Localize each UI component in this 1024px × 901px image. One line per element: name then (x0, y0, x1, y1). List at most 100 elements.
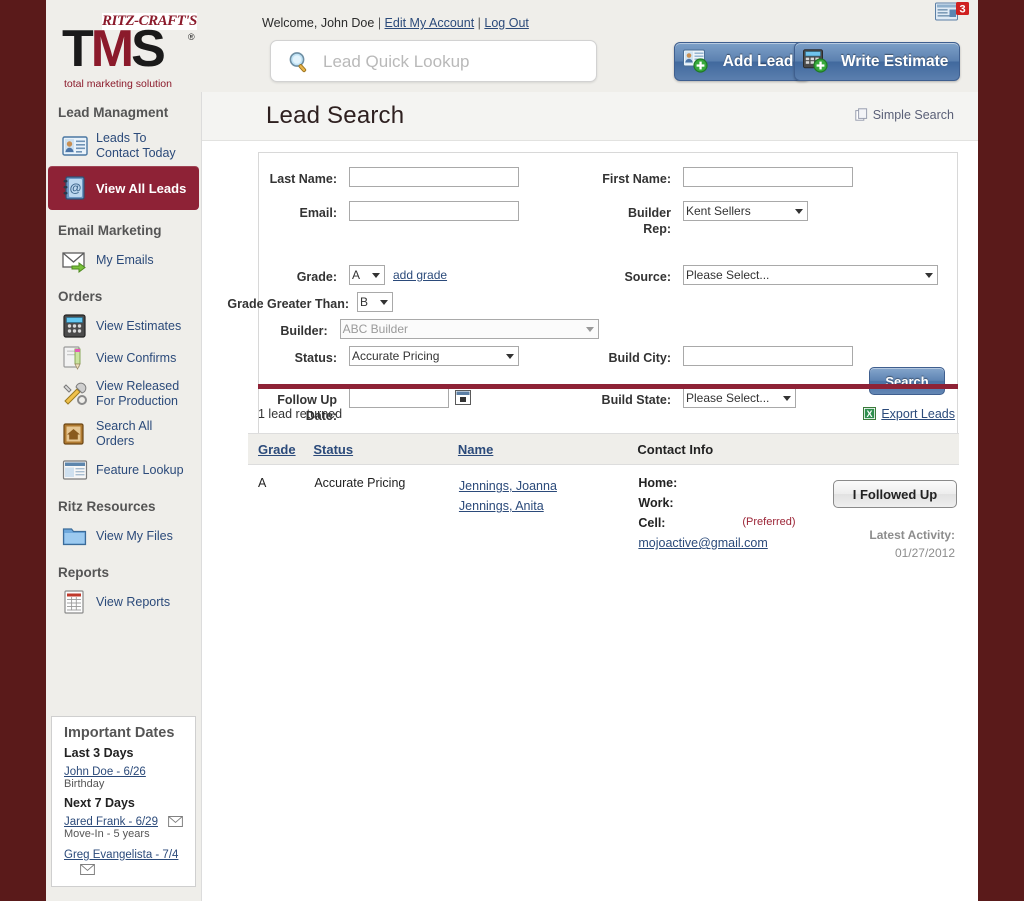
cell-grade: A (258, 476, 267, 490)
last-name-input[interactable] (349, 167, 519, 187)
builder-value: ABC Builder (342, 322, 409, 336)
important-date-link[interactable]: Greg Evangelista - 7/4 (64, 849, 178, 861)
simple-search-link[interactable]: Simple Search (855, 108, 954, 122)
chevron-down-icon (380, 300, 388, 305)
contact-email-row: mojoactive@gmail.com (638, 536, 805, 558)
app-header: RITZ-CRAFT'S TMS ® total marketing solut… (46, 0, 978, 92)
lead-name-link[interactable]: Jennings, Joanna (459, 476, 636, 496)
pages-icon (855, 108, 867, 121)
spreadsheet-icon (64, 590, 84, 614)
grade-greater-than-value: B (360, 295, 369, 309)
column-header-grade[interactable]: Grade (248, 433, 314, 465)
important-dates-group-heading: Last 3 Days (64, 746, 134, 760)
logo-letter-s: S (131, 20, 166, 78)
important-date-link[interactable]: John Doe - 6/26 (64, 766, 146, 778)
envelope-icon[interactable] (80, 864, 95, 876)
app-page: RITZ-CRAFT'S TMS ® total marketing solut… (46, 0, 978, 901)
sidebar-item-label: View My Files (96, 528, 173, 543)
important-date-entry: Jared Frank - 6/29 Move-In - 5 years (64, 813, 185, 840)
calendar-icon[interactable] (455, 390, 471, 405)
sidebar-item-my-emails[interactable]: My Emails (48, 244, 199, 276)
first-name-input[interactable] (683, 167, 853, 187)
sidebar-item-feature-lookup[interactable]: Feature Lookup (48, 454, 199, 486)
envelope-arrow-icon (62, 252, 86, 273)
column-header-name[interactable]: Name (457, 433, 638, 465)
lead-quick-lookup-input[interactable] (321, 41, 595, 83)
logo-letter-t: T (62, 20, 94, 78)
build-city-input[interactable] (683, 346, 853, 366)
column-header-actions (806, 433, 959, 465)
important-date-entry: John Doe - 6/26 Birthday (64, 763, 185, 790)
preferred-badge: (Preferred) (742, 516, 796, 528)
log-out-link[interactable]: Log Out (484, 16, 528, 30)
content-header: Lead Search Simple Search (202, 92, 978, 141)
edit-my-account-link[interactable]: Edit My Account (385, 16, 475, 30)
contact-cell-row: Cell: (Preferred) (638, 516, 805, 536)
chevron-down-icon (372, 273, 380, 278)
sidebar-item-view-all-leads[interactable]: @ View All Leads (48, 166, 199, 210)
latest-activity: Latest Activity: 01/27/2012 (869, 526, 955, 562)
envelope-icon[interactable] (167, 816, 183, 828)
contact-cell-label: Cell: (638, 516, 666, 530)
contact-home-row: Home: (638, 476, 805, 496)
i-followed-up-button[interactable]: I Followed Up (833, 480, 957, 508)
excel-icon: X (863, 407, 877, 420)
sidebar-item-view-confirms[interactable]: View Confirms (48, 342, 199, 374)
write-estimate-icon (803, 49, 828, 73)
sidebar-heading-ritz-resources: Ritz Resources (58, 499, 156, 514)
sidebar-item-label: View Confirms (96, 350, 177, 365)
last-name-label: Last Name: (269, 172, 337, 186)
sidebar-item-search-all-orders[interactable]: Search All Orders (48, 414, 199, 454)
status-select[interactable]: Accurate Pricing (349, 346, 519, 366)
column-header-contact-info: Contact Info (637, 433, 806, 465)
tms-logo[interactable]: RITZ-CRAFT'S TMS ® total marketing solut… (62, 10, 208, 92)
add-grade-link[interactable]: add grade (393, 265, 447, 282)
document-pencil-icon (63, 346, 81, 370)
lead-quick-lookup[interactable] (270, 40, 597, 83)
sidebar-item-label: Feature Lookup (96, 462, 184, 477)
form-row-status-city: Status: Accurate Pricing Build City: (259, 346, 957, 366)
house-folder-icon (63, 423, 84, 445)
notifications-indicator[interactable]: 3 (935, 2, 971, 22)
sidebar-item-view-released-for-production[interactable]: View Released For Production (48, 374, 199, 414)
add-lead-icon (683, 49, 708, 73)
chevron-down-icon (506, 354, 514, 359)
sidebar-item-view-my-files[interactable]: View My Files (48, 520, 199, 552)
build-city-label: Build City: (608, 351, 672, 365)
body-wrapper: Lead Managment Leads To Contact Today @ … (46, 92, 978, 901)
sidebar-heading-email-marketing: Email Marketing (58, 223, 162, 238)
tools-icon (63, 382, 87, 405)
search-button[interactable]: Search (869, 367, 945, 395)
export-leads-link[interactable]: X Export Leads (863, 407, 955, 421)
sidebar-item-leads-to-contact-today[interactable]: Leads To Contact Today (48, 126, 199, 166)
first-name-label: First Name: (602, 172, 671, 186)
chevron-down-icon (795, 209, 803, 214)
source-select[interactable]: Please Select... (683, 265, 938, 285)
grade-label: Grade: (296, 270, 337, 284)
sidebar-item-view-estimates[interactable]: View Estimates (48, 310, 199, 342)
svg-text:X: X (867, 409, 873, 419)
grade-select[interactable]: A (349, 265, 385, 285)
builder-select[interactable]: ABC Builder (339, 319, 599, 339)
sidebar-item-view-reports[interactable]: View Reports (48, 586, 199, 618)
grade-greater-than-select[interactable]: B (357, 292, 393, 312)
table-header-row: Grade Status Name Contact Info (248, 433, 959, 465)
builder-rep-select[interactable]: Kent Sellers (683, 201, 808, 221)
important-date-entry: Greg Evangelista - 7/4 (64, 846, 185, 876)
build-state-select[interactable]: Please Select... (683, 388, 796, 408)
important-dates-panel: Important Dates Last 3 Days John Doe - 6… (51, 716, 196, 887)
svg-text:@: @ (70, 181, 82, 195)
contact-email-link[interactable]: mojoactive@gmail.com (638, 536, 767, 550)
important-dates-group-heading: Next 7 Days (64, 796, 135, 810)
lead-name-link[interactable]: Jennings, Anita (459, 496, 636, 516)
email-input[interactable] (349, 201, 519, 221)
table-row: A Accurate Pricing Jennings, Joanna Jenn… (248, 465, 959, 578)
builder-rep-label: Builder Rep: (627, 206, 671, 236)
important-date-link[interactable]: Jared Frank - 6/29 (64, 816, 158, 828)
cell-contact-info: Home: Work: Cell: (Preferred) mojoactive… (637, 465, 806, 578)
grade-greater-than-label: Grade Greater Than: (227, 297, 349, 311)
welcome-sep-2: | (477, 16, 481, 30)
follow-up-date-input[interactable] (349, 388, 449, 408)
simple-search-label: Simple Search (872, 108, 954, 122)
column-header-status[interactable]: Status (313, 433, 458, 465)
